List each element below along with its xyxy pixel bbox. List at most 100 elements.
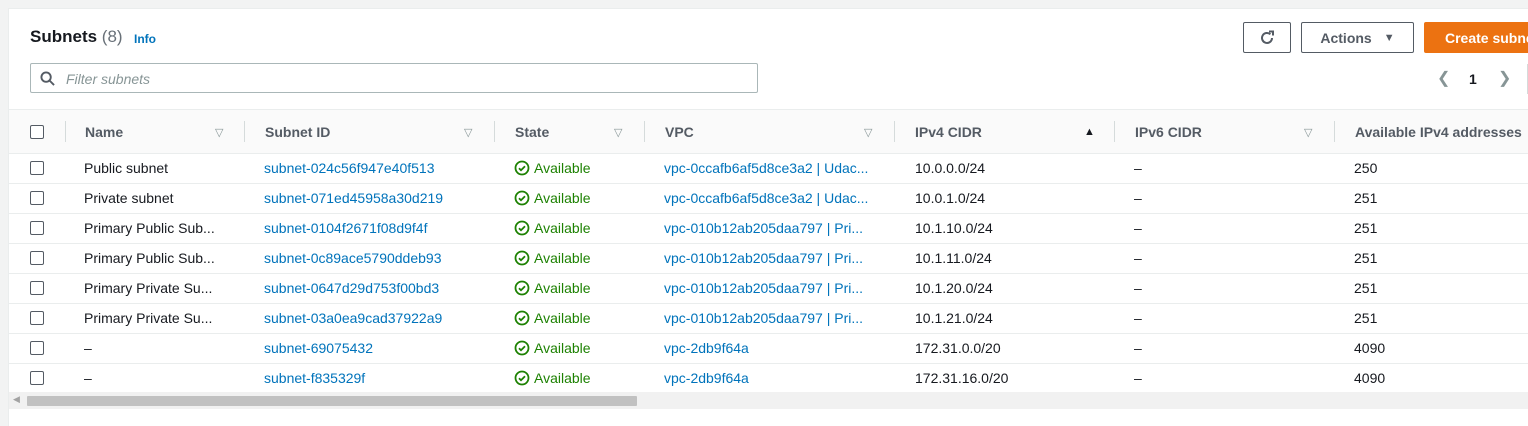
cell-available-ipv4: 251: [1354, 310, 1378, 326]
column-name[interactable]: Name: [85, 110, 123, 153]
table-row[interactable]: Primary Private Su... subnet-03a0ea9cad37…: [9, 303, 1528, 334]
state-label: Available: [534, 340, 591, 356]
chevron-right-icon[interactable]: ❯: [1498, 68, 1511, 88]
cell-ipv6-cidr: –: [1134, 160, 1142, 176]
cell-name: –: [84, 340, 92, 356]
table-row[interactable]: – subnet-f835329f Available vpc-2db9f64a 172…: [9, 363, 1528, 394]
scrollbar-thumb[interactable]: [27, 396, 637, 406]
table-header: Name ▽ Subnet ID ▽ State ▽ VPC ▽ IPv4 CI…: [9, 109, 1528, 154]
row-checkbox[interactable]: [30, 221, 44, 235]
create-subnet-button[interactable]: Create subnet: [1424, 22, 1528, 53]
cell-name: Primary Public Sub...: [84, 220, 215, 236]
table-row[interactable]: Private subnet subnet-071ed45958a30d219 Av…: [9, 183, 1528, 214]
cell-ipv4-cidr: 10.1.20.0/24: [915, 280, 993, 296]
subnet-count: (8): [101, 27, 123, 46]
filter-triangle-icon[interactable]: ▽: [614, 126, 622, 139]
column-subnet-id[interactable]: Subnet ID: [265, 110, 330, 153]
filter-triangle-icon[interactable]: ▽: [1304, 126, 1312, 139]
table-row[interactable]: Primary Private Su... subnet-0647d29d753f…: [9, 273, 1528, 304]
cell-ipv4-cidr: 10.1.11.0/24: [915, 250, 992, 266]
column-available-ipv4[interactable]: Available IPv4 addresses: [1355, 110, 1522, 153]
actions-label: Actions: [1320, 29, 1372, 46]
cell-ipv6-cidr: –: [1134, 250, 1142, 266]
column-vpc[interactable]: VPC: [665, 110, 694, 153]
check-circle-icon: [514, 160, 530, 176]
check-circle-icon: [514, 190, 530, 206]
state-label: Available: [534, 280, 591, 296]
cell-vpc[interactable]: vpc-010b12ab205daa797 | Pri...: [664, 213, 889, 243]
filter-triangle-icon[interactable]: ▽: [464, 126, 472, 139]
row-checkbox[interactable]: [30, 371, 44, 385]
filter-triangle-icon[interactable]: ▽: [864, 126, 872, 139]
table-row[interactable]: Public subnet subnet-024c56f947e40f513 Ava…: [9, 153, 1528, 184]
page-title-text: Subnets: [30, 27, 98, 46]
cell-state: Available: [514, 183, 639, 213]
cell-ipv6-cidr: –: [1134, 280, 1142, 296]
refresh-button[interactable]: [1243, 22, 1291, 53]
table-row[interactable]: Primary Public Sub... subnet-0104f2671f08…: [9, 213, 1528, 244]
check-circle-icon: [514, 220, 530, 236]
row-checkbox[interactable]: [30, 341, 44, 355]
column-ipv6-cidr[interactable]: IPv6 CIDR: [1135, 110, 1202, 153]
column-divider: [894, 121, 895, 142]
cell-ipv6-cidr: –: [1134, 190, 1142, 206]
cell-vpc[interactable]: vpc-2db9f64a: [664, 363, 889, 393]
cell-vpc[interactable]: vpc-0ccafb6af5d8ce3a2 | Udac...: [664, 153, 889, 183]
cell-name: Primary Private Su...: [84, 310, 213, 326]
cell-state: Available: [514, 213, 639, 243]
cell-vpc[interactable]: vpc-2db9f64a: [664, 333, 889, 363]
scroll-left-arrow-icon[interactable]: ◀: [13, 394, 20, 405]
cell-state: Available: [514, 243, 639, 273]
cell-vpc[interactable]: vpc-010b12ab205daa797 | Pri...: [664, 273, 889, 303]
row-checkbox[interactable]: [30, 281, 44, 295]
cell-subnet-id[interactable]: subnet-f835329f: [264, 363, 489, 393]
chevron-left-icon[interactable]: ❮: [1437, 68, 1450, 88]
cell-subnet-id[interactable]: subnet-69075432: [264, 333, 489, 363]
cell-name: Public subnet: [84, 160, 169, 176]
page-number[interactable]: 1: [1469, 71, 1477, 87]
column-divider: [494, 121, 495, 142]
cell-available-ipv4: 250: [1354, 160, 1378, 176]
check-circle-icon: [514, 280, 530, 296]
sort-ascending-icon[interactable]: ▲: [1084, 126, 1095, 138]
cell-state: Available: [514, 363, 639, 393]
state-label: Available: [534, 160, 591, 176]
cell-subnet-id[interactable]: subnet-0c89ace5790ddeb93: [264, 243, 489, 273]
cell-vpc[interactable]: vpc-0ccafb6af5d8ce3a2 | Udac...: [664, 183, 889, 213]
info-link[interactable]: Info: [134, 32, 156, 46]
filter-triangle-icon[interactable]: ▽: [215, 126, 223, 139]
cell-subnet-id[interactable]: subnet-0647d29d753f00bd3: [264, 273, 489, 303]
state-label: Available: [534, 250, 591, 266]
cell-name: Private subnet: [84, 190, 174, 206]
cell-ipv4-cidr: 172.31.16.0/20: [915, 370, 1009, 386]
select-all-checkbox[interactable]: [30, 125, 44, 139]
column-divider: [1114, 121, 1115, 142]
cell-vpc[interactable]: vpc-010b12ab205daa797 | Pri...: [664, 243, 889, 273]
filter-input[interactable]: [64, 68, 748, 90]
cell-subnet-id[interactable]: subnet-071ed45958a30d219: [264, 183, 489, 213]
cell-vpc[interactable]: vpc-010b12ab205daa797 | Pri...: [664, 303, 889, 333]
table-row[interactable]: – subnet-69075432 Available vpc-2db9f64a 172…: [9, 333, 1528, 364]
cell-ipv4-cidr: 172.31.0.0/20: [915, 340, 1001, 356]
horizontal-scrollbar[interactable]: ◀: [9, 392, 1528, 409]
row-checkbox[interactable]: [30, 251, 44, 265]
cell-subnet-id[interactable]: subnet-0104f2671f08d9f4f: [264, 213, 489, 243]
subnets-panel: Subnets (8) Info Actions ▼ Create subnet…: [8, 8, 1528, 426]
check-circle-icon: [514, 340, 530, 356]
actions-dropdown[interactable]: Actions ▼: [1301, 22, 1414, 53]
column-ipv4-cidr[interactable]: IPv4 CIDR: [915, 110, 982, 153]
row-checkbox[interactable]: [30, 161, 44, 175]
cell-state: Available: [514, 333, 639, 363]
row-checkbox[interactable]: [30, 191, 44, 205]
column-state[interactable]: State: [515, 110, 549, 153]
cell-subnet-id[interactable]: subnet-024c56f947e40f513: [264, 153, 489, 183]
cell-subnet-id[interactable]: subnet-03a0ea9cad37922a9: [264, 303, 489, 333]
state-label: Available: [534, 190, 591, 206]
check-circle-icon: [514, 310, 530, 326]
table-row[interactable]: Primary Public Sub... subnet-0c89ace5790d…: [9, 243, 1528, 274]
cell-state: Available: [514, 303, 639, 333]
cell-ipv4-cidr: 10.1.10.0/24: [915, 220, 993, 236]
row-checkbox[interactable]: [30, 311, 44, 325]
column-divider: [244, 121, 245, 142]
create-subnet-label: Create subnet: [1445, 29, 1528, 46]
